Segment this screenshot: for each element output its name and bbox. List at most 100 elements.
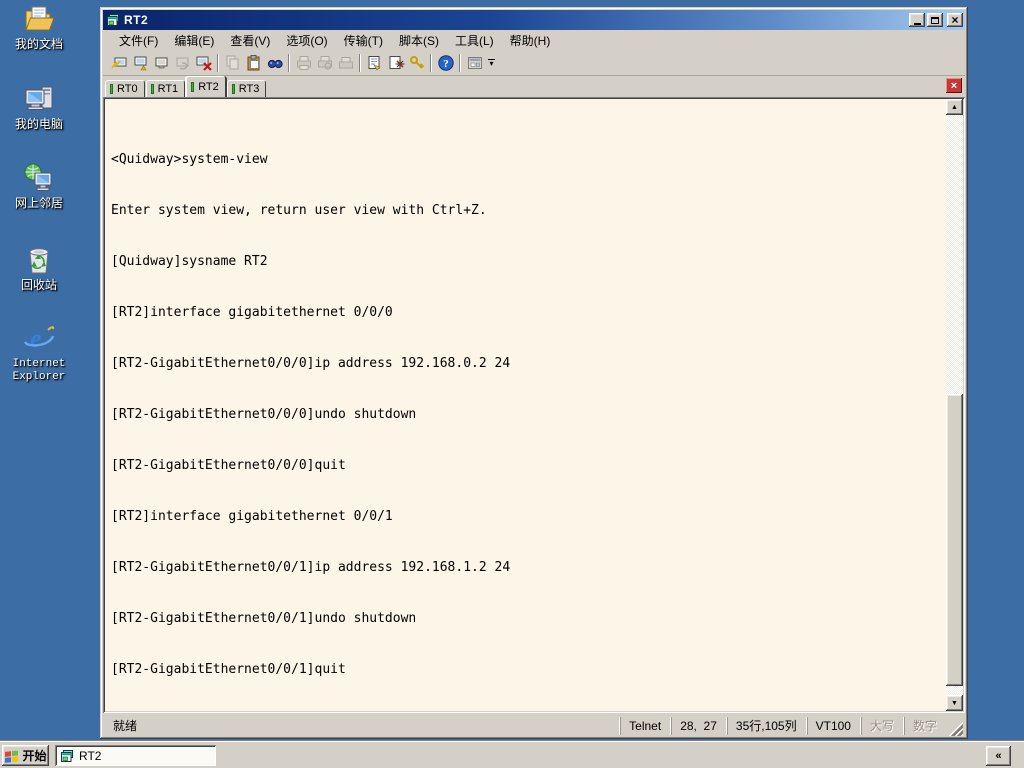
- session-tabstrip: RT0 RT1 RT2 RT3 ×: [103, 76, 965, 97]
- start-button[interactable]: 开始: [2, 745, 49, 766]
- menu-help[interactable]: 帮助(H): [502, 30, 559, 51]
- terminal-output[interactable]: <Quidway>system-view Enter system view, …: [105, 99, 946, 711]
- status-screen-size: 35行,105列: [726, 716, 805, 735]
- menu-edit[interactable]: 编辑(E): [166, 30, 222, 51]
- copy-icon[interactable]: [222, 53, 243, 73]
- desktop-icon-label: 我的电脑: [14, 117, 63, 131]
- terminal-line: [RT2-GigabitEthernet0/0/0]ip address 192…: [111, 356, 511, 371]
- my-computer-icon: [25, 86, 53, 110]
- desktop-icon-internet-explorer[interactable]: e Internet Explorer: [8, 322, 70, 384]
- toolbar-separator: [359, 53, 361, 72]
- close-button[interactable]: ×: [947, 13, 963, 27]
- maximize-button[interactable]: [927, 13, 943, 27]
- quick-connect-icon[interactable]: [109, 53, 130, 73]
- scroll-down-button[interactable]: ▼: [946, 695, 963, 711]
- terminal-line: [RT2-GigabitEthernet0/0/0]undo shutdown: [111, 407, 417, 422]
- menu-transfer[interactable]: 传输(T): [336, 30, 391, 51]
- new-session-icon[interactable]: [151, 53, 172, 73]
- connected-led-icon: [110, 83, 113, 94]
- taskbar-chevron-button[interactable]: «: [986, 746, 1011, 766]
- print-setup-icon[interactable]: [335, 53, 356, 73]
- taskbar: 开始 RT2 «: [0, 741, 1024, 768]
- window-titlebar[interactable]: RT2 ×: [103, 10, 965, 30]
- toolbar: ? ▾: [103, 50, 965, 76]
- menu-bar: 文件(F) 编辑(E) 查看(V) 选项(O) 传输(T) 脚本(S) 工具(L…: [103, 30, 965, 50]
- desktop-icon-recycle-bin[interactable]: 回收站: [8, 243, 70, 292]
- scroll-thumb[interactable]: [946, 394, 963, 686]
- status-protocol: Telnet: [620, 716, 669, 735]
- tab-rt2-active[interactable]: RT2: [186, 76, 226, 97]
- securecrt-window: RT2 × 文件(F) 编辑(E) 查看(V) 选项(O) 传输(T) 脚本(S…: [100, 7, 968, 739]
- reconnect-icon[interactable]: [172, 53, 193, 73]
- task-label: RT2: [79, 748, 102, 763]
- menu-view[interactable]: 查看(V): [222, 30, 278, 51]
- terminal-pane: <Quidway>system-view Enter system view, …: [103, 97, 965, 713]
- windows-logo-icon: [5, 750, 19, 763]
- desktop-icon-my-computer[interactable]: 我的电脑: [8, 82, 70, 131]
- app-dialog-icon[interactable]: [464, 53, 485, 73]
- desktop-icon-label: Internet Explorer: [12, 358, 66, 383]
- minimize-icon: [913, 22, 921, 25]
- tab-rt1[interactable]: RT1: [145, 80, 186, 97]
- app-icon: [107, 14, 119, 26]
- my-documents-icon: [25, 6, 55, 31]
- window-title: RT2: [124, 13, 149, 27]
- toolbar-separator: [217, 53, 219, 72]
- desktop: 我的文档 我的电脑 网上邻居 回收站 e Internet Explorer R…: [0, 0, 1024, 768]
- desktop-icon-label: 我的文档: [14, 37, 63, 51]
- terminal-line: [RT2-GigabitEthernet0/0/1]quit: [111, 662, 346, 677]
- terminal-line: [RT2-GigabitEthernet0/0/0]quit: [111, 458, 346, 473]
- status-num-lock: 数字: [903, 716, 945, 735]
- terminal-line: [RT2]interface gigabitethernet 0/0/1: [111, 509, 393, 524]
- menu-script[interactable]: 脚本(S): [391, 30, 447, 51]
- connect-icon[interactable]: [130, 53, 151, 73]
- print-icon[interactable]: [293, 53, 314, 73]
- resize-grip[interactable]: [949, 722, 963, 736]
- toolbar-separator: [459, 53, 461, 72]
- taskbar-task-rt2[interactable]: RT2: [55, 745, 216, 766]
- desktop-icon-my-documents[interactable]: 我的文档: [8, 2, 70, 51]
- terminal-line: [RT2-GigabitEthernet0/0/1]ip address 192…: [111, 560, 511, 575]
- status-caps-lock: 大写: [860, 716, 902, 735]
- network-places-icon: [24, 163, 52, 191]
- properties-icon[interactable]: [364, 53, 385, 73]
- help-icon[interactable]: ?: [435, 53, 456, 73]
- paste-icon[interactable]: [243, 53, 264, 73]
- desktop-icon-network-places[interactable]: 网上邻居: [8, 161, 70, 210]
- terminal-line: [Quidway]sysname RT2: [111, 254, 268, 269]
- app-icon: [61, 749, 73, 762]
- toolbar-overflow-icon[interactable]: ▾: [488, 59, 495, 68]
- scroll-up-button[interactable]: ▲: [946, 99, 963, 115]
- status-cursor-position: 28, 27: [671, 716, 725, 735]
- status-ready: 就绪: [113, 719, 138, 733]
- menu-options[interactable]: 选项(O): [278, 30, 335, 51]
- desktop-icon-label: 网上邻居: [14, 196, 63, 210]
- close-icon: ×: [951, 12, 959, 27]
- tab-close-button[interactable]: ×: [946, 78, 962, 93]
- recycle-bin-icon: [29, 248, 49, 274]
- keymap-icon[interactable]: [406, 53, 427, 73]
- tab-rt3[interactable]: RT3: [226, 80, 267, 97]
- svg-text:e: e: [30, 324, 42, 353]
- minimize-button[interactable]: [909, 13, 925, 27]
- menu-tools[interactable]: 工具(L): [447, 30, 502, 51]
- status-emulation: VT100: [806, 716, 859, 735]
- terminal-line: <Quidway>system-view: [111, 152, 268, 167]
- vertical-scrollbar[interactable]: ▲ ▼: [946, 99, 963, 711]
- disconnect-icon[interactable]: [193, 53, 214, 73]
- terminal-line: [RT2-GigabitEthernet0/0/1]undo shutdown: [111, 611, 417, 626]
- tab-rt0[interactable]: RT0: [105, 80, 145, 97]
- close-icon: ×: [950, 79, 958, 92]
- connected-led-icon: [231, 83, 235, 94]
- connected-led-icon: [191, 81, 195, 92]
- internet-explorer-icon: e: [23, 324, 55, 353]
- toolbar-separator: [430, 53, 432, 72]
- menu-file[interactable]: 文件(F): [111, 30, 166, 51]
- find-icon[interactable]: [264, 53, 285, 73]
- terminal-line: [RT2]interface gigabitethernet 0/0/0: [111, 305, 393, 320]
- maximize-icon: [931, 16, 939, 24]
- start-label: 开始: [22, 749, 47, 763]
- print-preview-icon[interactable]: [314, 53, 335, 73]
- chevron-left-icon: «: [995, 750, 1002, 762]
- session-options-icon[interactable]: [385, 53, 406, 73]
